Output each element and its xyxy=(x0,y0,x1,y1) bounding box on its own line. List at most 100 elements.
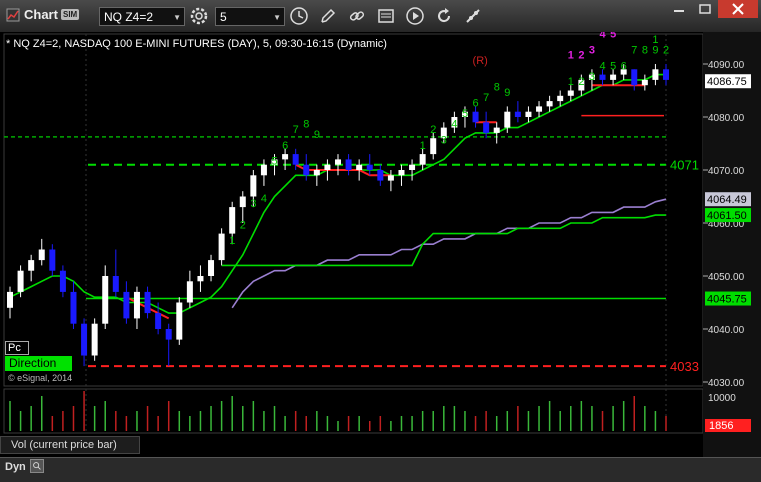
candle xyxy=(599,74,606,80)
symbol-value: NQ Z4=2 xyxy=(104,10,154,24)
candle xyxy=(59,270,66,292)
candle xyxy=(430,138,437,155)
sequence-count: 9 xyxy=(504,87,510,99)
interval-value: 5 xyxy=(220,10,227,24)
toolbar: Chart SIM NQ Z4=2 ▼ 5 ▼ xyxy=(0,0,761,33)
candle xyxy=(282,154,289,160)
candle xyxy=(652,69,659,80)
sequence-count: 1 xyxy=(420,140,426,152)
candle xyxy=(176,302,183,340)
sequence-count: 6 xyxy=(473,97,479,109)
sequence-count: 2 xyxy=(430,124,436,136)
candle xyxy=(525,111,532,117)
price-tick-label: 4070.00 xyxy=(708,166,745,177)
chart-header: * NQ Z4=2, NASDAQ 100 E-MINI FUTURES (DA… xyxy=(6,38,387,50)
price-tick-label: 4050.00 xyxy=(708,272,745,283)
level-label: 4071 xyxy=(670,158,699,173)
sim-badge: SIM xyxy=(61,9,80,20)
candle xyxy=(631,69,638,86)
play-icon[interactable] xyxy=(405,6,425,26)
candle xyxy=(239,196,246,208)
sequence-count: 9 xyxy=(652,44,658,56)
candle xyxy=(504,111,511,128)
sequence-count: 6 xyxy=(282,140,288,152)
candle xyxy=(7,291,13,308)
direction-indicator[interactable]: Direction xyxy=(5,356,72,371)
sequence-count: 3 xyxy=(589,44,595,56)
candle xyxy=(102,276,109,324)
dyn-label[interactable]: Dyn xyxy=(5,461,26,473)
price-badge-label: 4045.75 xyxy=(707,294,747,306)
price-tick-label: 4030.00 xyxy=(708,378,745,389)
sequence-count: 8 xyxy=(303,119,309,131)
candle xyxy=(356,164,363,170)
sequence-count: 2 xyxy=(663,44,669,56)
sequence-count: 4 xyxy=(600,60,606,72)
gear-icon[interactable] xyxy=(189,6,209,26)
candle xyxy=(303,164,310,176)
sequence-count: 4 xyxy=(600,32,607,41)
candle xyxy=(91,323,98,356)
zoom-icon[interactable] xyxy=(30,459,44,473)
candle xyxy=(144,291,151,314)
candle xyxy=(641,79,648,86)
price-chart[interactable]: 123 4567 89123456 78 9(R)1 2 34 5 67 8 91 2 34 5 12409… xyxy=(0,32,761,457)
candle xyxy=(483,122,490,133)
price-badge-label: 4064.49 xyxy=(707,194,747,206)
candle xyxy=(123,291,130,319)
close-icon[interactable] xyxy=(718,0,758,18)
volume-pane-label[interactable]: Vol (current price bar) xyxy=(0,436,140,454)
volume-tick-label: 10000 xyxy=(708,393,736,404)
sequence-count: 9 xyxy=(314,129,320,141)
candle xyxy=(133,291,140,319)
copyright-text: © eSignal, 2014 xyxy=(8,373,73,383)
candle xyxy=(663,69,669,80)
chevron-down-icon[interactable]: ▼ xyxy=(273,8,281,27)
window-title: Chart xyxy=(24,7,58,22)
cursor-tool-icon[interactable] xyxy=(463,6,483,26)
candle xyxy=(335,159,341,165)
candle xyxy=(567,90,574,96)
candle xyxy=(419,154,426,165)
news-icon[interactable] xyxy=(376,6,396,26)
candle xyxy=(186,281,193,303)
candle xyxy=(250,175,257,197)
pc-indicator[interactable]: Pc xyxy=(5,341,29,355)
sequence-count: (R) xyxy=(473,55,488,67)
candle xyxy=(208,260,215,276)
restore-icon[interactable] xyxy=(692,0,718,18)
link-icon[interactable] xyxy=(347,6,367,26)
sequence-count: 5 xyxy=(610,32,616,41)
candle xyxy=(260,164,267,176)
level-label: 4033 xyxy=(670,359,699,374)
interval-input[interactable]: 5 ▼ xyxy=(215,7,285,26)
sequence-count: 6 xyxy=(621,60,627,72)
price-tick-label: 4090.00 xyxy=(708,60,745,71)
candle xyxy=(398,170,405,176)
candle xyxy=(229,207,236,234)
chart-logo-icon xyxy=(6,8,20,22)
candle xyxy=(409,164,416,170)
candle xyxy=(38,249,45,261)
candle xyxy=(493,127,500,133)
sequence-count: 8 xyxy=(494,82,500,94)
refresh-icon[interactable] xyxy=(434,6,454,26)
pencil-icon[interactable] xyxy=(318,6,338,26)
candle xyxy=(165,329,172,340)
symbol-input[interactable]: NQ Z4=2 ▼ xyxy=(99,7,185,26)
candle xyxy=(514,111,521,117)
clock-icon[interactable] xyxy=(289,6,309,26)
candle xyxy=(112,276,119,292)
sequence-count: 5 xyxy=(272,156,278,168)
candle xyxy=(81,323,88,356)
minimize-icon[interactable] xyxy=(666,0,692,18)
candle xyxy=(197,276,204,282)
sequence-count: 3 xyxy=(250,198,256,210)
chevron-down-icon[interactable]: ▼ xyxy=(173,8,181,27)
price-badge-label: 4061.50 xyxy=(707,210,747,222)
candle xyxy=(472,111,479,123)
volume-pane xyxy=(3,388,704,434)
price-badge-label: 4086.75 xyxy=(707,76,747,88)
sequence-count: 2 xyxy=(578,50,584,62)
sequence-count: 8 xyxy=(642,44,648,56)
